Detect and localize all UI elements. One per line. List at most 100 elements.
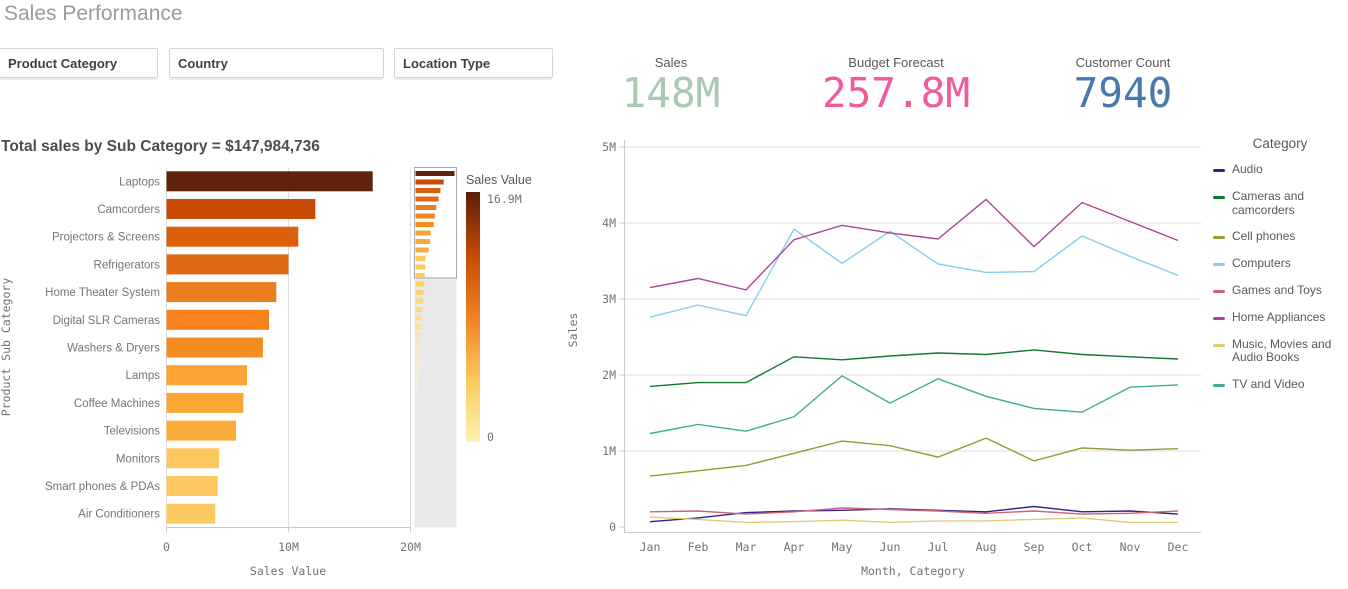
kpi-value: 257.8M xyxy=(821,69,971,117)
legend-swatch xyxy=(1213,343,1225,347)
line-series-home-appliances[interactable] xyxy=(649,198,1179,291)
minimap-track[interactable] xyxy=(414,278,457,528)
line-x-tick-label: Jan xyxy=(640,540,661,554)
line-x-tick-label: Jun xyxy=(880,540,901,554)
bar-digital-slr-cameras[interactable] xyxy=(166,309,270,330)
kpi-customer-count: Customer Count 7940 xyxy=(1028,55,1218,114)
minimap-bar xyxy=(415,315,422,321)
minimap-bar xyxy=(415,290,424,295)
legend-item-cameras-and-camcorders[interactable]: Cameras and camcorders xyxy=(1213,188,1347,218)
line-y-tick-label: 1M xyxy=(602,444,616,458)
legend-label: Cameras and camcorders xyxy=(1232,188,1305,217)
bar-category-label: Laptops xyxy=(119,176,160,188)
bar-y-axis-title: Product Sub Category xyxy=(0,278,13,417)
bar-camcorders[interactable] xyxy=(166,199,316,219)
bar-category-label: Digital SLR Cameras xyxy=(53,315,161,327)
legend-item-home-appliances[interactable]: Home Appliances xyxy=(1213,310,1347,325)
line-x-tick-label: Apr xyxy=(784,540,805,554)
kpi-value: 7940 xyxy=(1073,69,1173,117)
line-series-cameras-and-camcorders[interactable] xyxy=(649,349,1179,388)
legend-label: Cell phones xyxy=(1232,229,1296,244)
filter-product-category[interactable]: Product Category xyxy=(0,48,158,78)
bar-coffee-machines[interactable] xyxy=(166,392,244,413)
bar-home-theater-system[interactable] xyxy=(166,282,277,303)
legend-item-audio[interactable]: Audio xyxy=(1213,162,1347,177)
color-legend-min-label: 0 xyxy=(487,430,494,444)
line-x-axis-title: Month, Category xyxy=(861,564,965,578)
legend-swatch xyxy=(1213,384,1225,388)
legend-item-computers[interactable]: Computers xyxy=(1213,256,1347,271)
line-x-tick-label: Mar xyxy=(736,540,757,554)
legend-label: Music, Movies and Audio Books xyxy=(1232,336,1332,365)
bar-category-label: Projectors & Screens xyxy=(52,232,160,244)
legend-swatch xyxy=(1213,263,1225,267)
legend-label: Games and Toys xyxy=(1232,282,1322,297)
minimap-bar xyxy=(415,273,425,278)
filter-label: Product Category xyxy=(8,56,118,71)
legend-label: TV and Video xyxy=(1232,377,1305,392)
legend-swatch xyxy=(1213,316,1225,320)
color-legend-max-label: 16.9M xyxy=(487,192,522,206)
legend-swatch xyxy=(1213,289,1225,293)
minimap-bar xyxy=(415,230,431,236)
bar-televisions[interactable] xyxy=(166,420,237,441)
kpi-value: 148M xyxy=(621,69,721,117)
line-y-tick-label: 2M xyxy=(602,368,616,382)
bar-air-conditioners[interactable] xyxy=(166,503,216,524)
line-x-tick-label: Feb xyxy=(688,540,709,554)
legend-label: Audio xyxy=(1232,162,1263,176)
kpi-budget-forecast: Budget Forecast 257.8M xyxy=(801,55,991,114)
bar-category-label: Coffee Machines xyxy=(74,398,160,410)
kpi-label: Customer Count xyxy=(1075,55,1171,70)
bar-category-label: Refrigerators xyxy=(94,259,161,271)
bar-projectors-screens[interactable] xyxy=(166,226,299,247)
line-x-tick-label: Jul xyxy=(928,540,949,554)
bar-monitors[interactable] xyxy=(166,448,220,469)
bar-chart-title: Total sales by Sub Category = $147,984,7… xyxy=(1,138,320,155)
line-y-tick-label: 3M xyxy=(602,292,616,306)
bar-refrigerators[interactable] xyxy=(166,254,289,275)
color-legend-title: Sales Value xyxy=(466,173,532,187)
minimap-bar xyxy=(415,366,418,372)
filter-location-type[interactable]: Location Type xyxy=(394,48,553,78)
bar-x-tick-label: 0 xyxy=(163,540,170,554)
bar-category-label: Monitors xyxy=(116,453,160,465)
minimap-bar xyxy=(415,196,439,202)
legend-item-music-movies-and-audio-books[interactable]: Music, Movies and Audio Books xyxy=(1213,336,1347,366)
line-y-tick-label: 4M xyxy=(602,216,616,230)
bar-category-label: Televisions xyxy=(104,426,160,438)
line-y-tick-label: 5M xyxy=(602,140,616,154)
bar-lamps[interactable] xyxy=(166,365,248,386)
minimap-bar xyxy=(415,188,441,193)
minimap-bar xyxy=(415,239,430,244)
legend-swatch xyxy=(1213,169,1225,172)
line-series-cell-phones[interactable] xyxy=(649,437,1179,477)
legend-swatch xyxy=(1213,236,1225,240)
bar-washers-dryers[interactable] xyxy=(166,337,263,358)
minimap-bar xyxy=(415,247,429,253)
kpi-sales: Sales 148M xyxy=(576,55,766,114)
bar-laptops[interactable] xyxy=(166,171,373,192)
kpi-label: Budget Forecast xyxy=(848,55,944,70)
bar-x-tick-label: 20M xyxy=(400,540,421,554)
bar-smart-phones-pdas[interactable] xyxy=(166,476,218,496)
filter-country[interactable]: Country xyxy=(169,48,384,78)
line-chart-legend: Category Audio Cameras and camcorders Cell… xyxy=(1213,136,1347,405)
minimap-bar xyxy=(415,383,417,389)
minimap-bar xyxy=(415,222,434,227)
bar-x-tick-label: 10M xyxy=(278,540,299,554)
legend-item-games-and-toys[interactable]: Games and Toys xyxy=(1213,282,1347,298)
filter-label: Location Type xyxy=(403,56,491,71)
line-series-tv-and-video[interactable] xyxy=(649,374,1179,435)
legend-item-tv-and-video[interactable]: TV and Video xyxy=(1213,377,1347,392)
kpi-label: Sales xyxy=(654,55,688,70)
minimap-bar xyxy=(415,205,437,210)
minimap-bar xyxy=(415,332,421,338)
legend-label: Computers xyxy=(1232,256,1291,271)
line-series-computers[interactable] xyxy=(649,228,1179,318)
bar-category-label: Washers & Dryers xyxy=(67,343,160,355)
line-x-tick-label: Nov xyxy=(1120,540,1141,554)
line-series-music-movies-and-audio-books[interactable] xyxy=(649,516,1178,524)
legend-title: Category xyxy=(1252,136,1308,151)
legend-item-cell-phones[interactable]: Cell phones xyxy=(1213,230,1347,244)
